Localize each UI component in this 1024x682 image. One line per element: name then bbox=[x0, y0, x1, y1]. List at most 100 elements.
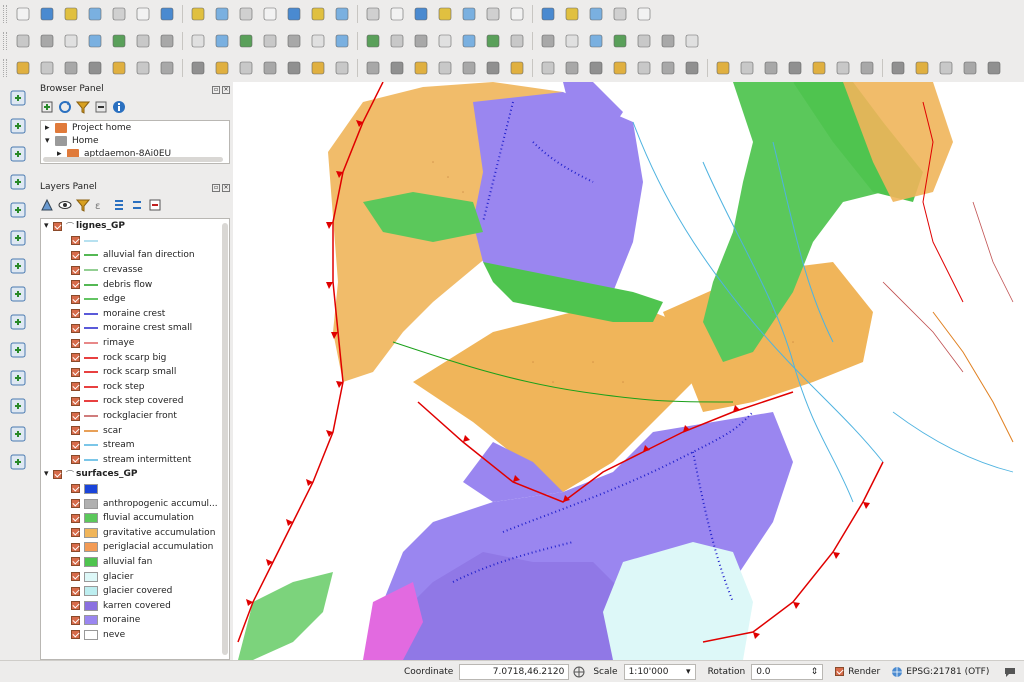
toggle-extents-icon[interactable] bbox=[571, 664, 587, 680]
toolbar-tool-icon[interactable] bbox=[737, 59, 757, 77]
layer-item[interactable]: stream intermittent bbox=[41, 453, 229, 468]
toolbar-tool-icon[interactable] bbox=[888, 59, 908, 77]
layer-checkbox[interactable] bbox=[71, 528, 80, 538]
add-layer-tool-icon[interactable] bbox=[8, 144, 28, 164]
toolbar-tool-icon[interactable] bbox=[713, 59, 733, 77]
layer-checkbox[interactable] bbox=[71, 455, 80, 465]
layer-item[interactable]: gravitative accumulation bbox=[41, 525, 229, 540]
toolbar-tool-icon[interactable] bbox=[133, 32, 153, 50]
toolbar-tool-icon[interactable] bbox=[236, 32, 256, 50]
layer-checkbox[interactable] bbox=[71, 338, 80, 348]
toolbar-tool-icon[interactable] bbox=[634, 5, 654, 23]
toolbar-tool-icon[interactable] bbox=[61, 32, 81, 50]
toolbar-tool-icon[interactable] bbox=[37, 59, 57, 77]
toolbar-tool-icon[interactable] bbox=[435, 5, 455, 23]
layer-item[interactable]: crevasse bbox=[41, 263, 229, 278]
add-selected-layers-icon[interactable] bbox=[40, 100, 54, 114]
layer-group-checkbox[interactable] bbox=[53, 469, 62, 479]
add-layer-tool-icon[interactable] bbox=[8, 172, 28, 192]
toolbar-tool-icon[interactable] bbox=[387, 5, 407, 23]
layer-checkbox[interactable] bbox=[71, 615, 80, 625]
layer-checkbox[interactable] bbox=[71, 557, 80, 567]
toolbar-tool-icon[interactable] bbox=[133, 59, 153, 77]
toolbar-tool-icon[interactable] bbox=[308, 5, 328, 23]
toolbar-tool-icon[interactable] bbox=[538, 5, 558, 23]
toolbar-tool-icon[interactable] bbox=[411, 5, 431, 23]
toolbar-tool-icon[interactable] bbox=[188, 59, 208, 77]
style-icon[interactable] bbox=[40, 198, 54, 212]
tree-item-project-home[interactable]: ▸ Project home bbox=[41, 121, 229, 134]
toolbar-tool-icon[interactable] bbox=[85, 59, 105, 77]
layer-item[interactable]: neve bbox=[41, 628, 229, 643]
layer-item[interactable] bbox=[41, 482, 229, 497]
layer-checkbox[interactable] bbox=[71, 586, 80, 596]
add-layer-tool-icon[interactable] bbox=[8, 424, 28, 444]
toolbar-tool-icon[interactable] bbox=[387, 59, 407, 77]
layer-group[interactable]: ▾ ⌒ lignes_GP bbox=[41, 219, 229, 234]
toolbar-tool-icon[interactable] bbox=[610, 59, 630, 77]
toolbar-tool-icon[interactable] bbox=[586, 5, 606, 23]
layer-item[interactable]: moraine crest bbox=[41, 307, 229, 322]
toolbar-tool-icon[interactable] bbox=[61, 5, 81, 23]
add-layer-tool-icon[interactable] bbox=[8, 452, 28, 472]
layer-checkbox[interactable] bbox=[71, 396, 80, 406]
toolbar-tool-icon[interactable] bbox=[85, 5, 105, 23]
toolbar-tool-icon[interactable] bbox=[332, 59, 352, 77]
layer-group-checkbox[interactable] bbox=[53, 221, 62, 231]
toolbar-tool-icon[interactable] bbox=[857, 59, 877, 77]
layer-item[interactable] bbox=[41, 234, 229, 249]
layer-checkbox[interactable] bbox=[71, 630, 80, 640]
toolbar-tool-icon[interactable] bbox=[538, 32, 558, 50]
toolbar-tool-icon[interactable] bbox=[507, 5, 527, 23]
toolbar-tool-icon[interactable] bbox=[833, 59, 853, 77]
layer-checkbox[interactable] bbox=[71, 484, 80, 494]
float-icon[interactable]: ▫ bbox=[212, 86, 220, 94]
crs-icon[interactable] bbox=[890, 665, 904, 679]
layer-checkbox[interactable] bbox=[71, 294, 80, 304]
crs-status[interactable]: EPSG:21781 (OTF) bbox=[906, 667, 989, 677]
toolbar-tool-icon[interactable] bbox=[109, 32, 129, 50]
toolbar-tool-icon[interactable] bbox=[37, 5, 57, 23]
toolbar-tool-icon[interactable] bbox=[37, 32, 57, 50]
toolbar-tool-icon[interactable] bbox=[332, 32, 352, 50]
toolbar-tool-icon[interactable] bbox=[363, 5, 383, 23]
toolbar-tool-icon[interactable] bbox=[85, 32, 105, 50]
toolbar-tool-icon[interactable] bbox=[435, 32, 455, 50]
tree-item-home[interactable]: ▾ Home bbox=[41, 134, 229, 147]
toolbar-tool-icon[interactable] bbox=[507, 32, 527, 50]
collapse-all-icon[interactable] bbox=[130, 198, 144, 212]
toolbar-tool-icon[interactable] bbox=[363, 32, 383, 50]
vertical-scrollbar[interactable] bbox=[222, 223, 228, 655]
layer-item[interactable]: edge bbox=[41, 292, 229, 307]
toolbar-tool-icon[interactable] bbox=[260, 59, 280, 77]
layer-item[interactable]: rock scarp big bbox=[41, 350, 229, 365]
toolbar-tool-icon[interactable] bbox=[483, 32, 503, 50]
layer-item[interactable]: periglacial accumulation bbox=[41, 540, 229, 555]
close-icon[interactable]: × bbox=[222, 184, 230, 192]
toolbar-tool-icon[interactable] bbox=[610, 32, 630, 50]
toolbar-tool-icon[interactable] bbox=[960, 59, 980, 77]
toolbar-tool-icon[interactable] bbox=[157, 32, 177, 50]
coordinate-field[interactable]: 7.0718,46.2120 bbox=[459, 663, 570, 680]
layer-checkbox[interactable] bbox=[71, 499, 80, 509]
layer-checkbox[interactable] bbox=[71, 280, 80, 290]
toolbar-tool-icon[interactable] bbox=[459, 32, 479, 50]
toolbar-tool-icon[interactable] bbox=[284, 5, 304, 23]
layer-checkbox[interactable] bbox=[71, 542, 80, 552]
toolbar-tool-icon[interactable] bbox=[411, 59, 431, 77]
toolbar-tool-icon[interactable] bbox=[586, 59, 606, 77]
layer-checkbox[interactable] bbox=[71, 353, 80, 363]
toolbar-tool-icon[interactable] bbox=[538, 59, 558, 77]
toolbar-handle[interactable] bbox=[3, 31, 7, 50]
toolbar-handle[interactable] bbox=[3, 58, 7, 77]
layer-item[interactable]: glacier bbox=[41, 569, 229, 584]
toolbar-tool-icon[interactable] bbox=[507, 59, 527, 77]
toolbar-tool-icon[interactable] bbox=[936, 59, 956, 77]
toolbar-tool-icon[interactable] bbox=[483, 59, 503, 77]
layer-checkbox[interactable] bbox=[71, 250, 80, 260]
collapse-arrow-icon[interactable]: ▾ bbox=[45, 136, 55, 146]
add-layer-tool-icon[interactable] bbox=[8, 284, 28, 304]
toolbar-tool-icon[interactable] bbox=[435, 59, 455, 77]
toolbar-tool-icon[interactable] bbox=[912, 59, 932, 77]
layer-checkbox[interactable] bbox=[71, 382, 80, 392]
